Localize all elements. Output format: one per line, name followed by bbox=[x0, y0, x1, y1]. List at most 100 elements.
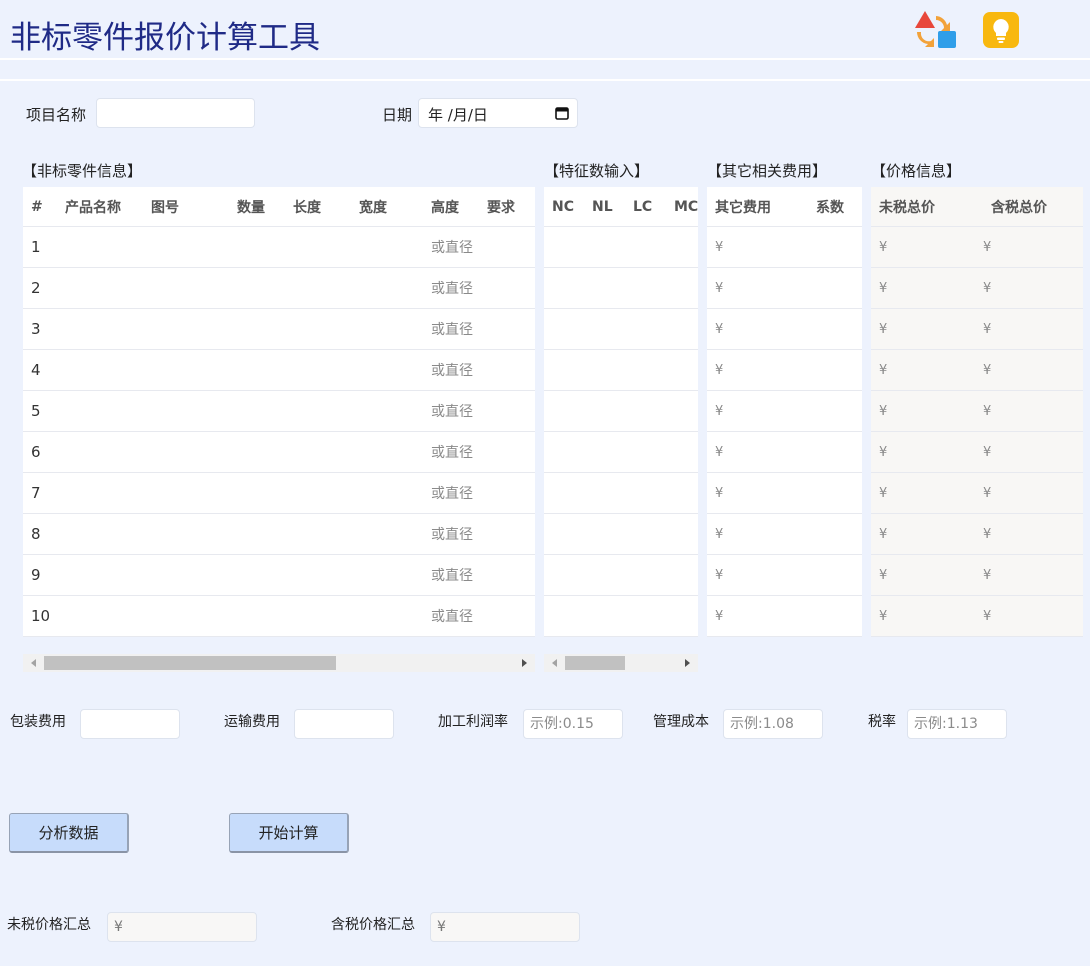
analyze-data-button[interactable]: 分析数据 bbox=[9, 813, 129, 853]
height-cell[interactable]: 或直径 bbox=[417, 308, 483, 350]
mc-cell[interactable] bbox=[666, 226, 698, 268]
requirement-cell[interactable] bbox=[483, 595, 535, 637]
nc-cell[interactable] bbox=[544, 595, 584, 637]
coefficient-cell[interactable] bbox=[808, 472, 862, 514]
coefficient-cell[interactable] bbox=[808, 390, 862, 432]
other-cost-cell[interactable]: ¥ bbox=[707, 308, 808, 350]
packing-cost-input[interactable] bbox=[80, 709, 180, 739]
tax-rate-input[interactable] bbox=[907, 709, 1007, 739]
other-cost-cell[interactable]: ¥ bbox=[707, 431, 808, 473]
height-cell[interactable]: 或直径 bbox=[417, 267, 483, 309]
drawing-no-cell[interactable] bbox=[143, 513, 229, 555]
quantity-cell[interactable] bbox=[229, 349, 285, 391]
height-cell[interactable]: 或直径 bbox=[417, 349, 483, 391]
nl-cell[interactable] bbox=[584, 267, 625, 309]
height-cell[interactable]: 或直径 bbox=[417, 513, 483, 555]
width-cell[interactable] bbox=[351, 226, 417, 268]
lc-cell[interactable] bbox=[625, 431, 666, 473]
scroll-right-arrow-icon[interactable] bbox=[685, 659, 690, 667]
features-table-scrollbar[interactable] bbox=[544, 654, 698, 672]
length-cell[interactable] bbox=[285, 513, 351, 555]
width-cell[interactable] bbox=[351, 513, 417, 555]
requirement-cell[interactable] bbox=[483, 349, 535, 391]
requirement-cell[interactable] bbox=[483, 308, 535, 350]
nc-cell[interactable] bbox=[544, 554, 584, 596]
lightbulb-icon[interactable] bbox=[983, 12, 1019, 48]
length-cell[interactable] bbox=[285, 554, 351, 596]
length-cell[interactable] bbox=[285, 267, 351, 309]
product-name-cell[interactable] bbox=[57, 390, 143, 432]
lc-cell[interactable] bbox=[625, 554, 666, 596]
drawing-no-cell[interactable] bbox=[143, 472, 229, 514]
product-name-cell[interactable] bbox=[57, 554, 143, 596]
nc-cell[interactable] bbox=[544, 431, 584, 473]
calendar-icon[interactable] bbox=[555, 106, 569, 120]
product-name-cell[interactable] bbox=[57, 513, 143, 555]
scroll-left-arrow-icon[interactable] bbox=[31, 659, 36, 667]
height-cell[interactable]: 或直径 bbox=[417, 554, 483, 596]
height-cell[interactable]: 或直径 bbox=[417, 226, 483, 268]
quantity-cell[interactable] bbox=[229, 308, 285, 350]
start-calculate-button[interactable]: 开始计算 bbox=[229, 813, 349, 853]
lc-cell[interactable] bbox=[625, 267, 666, 309]
width-cell[interactable] bbox=[351, 390, 417, 432]
mc-cell[interactable] bbox=[666, 431, 698, 473]
requirement-cell[interactable] bbox=[483, 472, 535, 514]
width-cell[interactable] bbox=[351, 349, 417, 391]
coefficient-cell[interactable] bbox=[808, 554, 862, 596]
length-cell[interactable] bbox=[285, 431, 351, 473]
requirement-cell[interactable] bbox=[483, 390, 535, 432]
scrollbar-thumb[interactable] bbox=[44, 656, 336, 670]
management-cost-input[interactable] bbox=[723, 709, 823, 739]
drawing-no-cell[interactable] bbox=[143, 390, 229, 432]
product-name-cell[interactable] bbox=[57, 349, 143, 391]
product-name-cell[interactable] bbox=[57, 472, 143, 514]
coefficient-cell[interactable] bbox=[808, 431, 862, 473]
scrollbar-thumb[interactable] bbox=[565, 656, 625, 670]
quantity-cell[interactable] bbox=[229, 267, 285, 309]
lc-cell[interactable] bbox=[625, 595, 666, 637]
nc-cell[interactable] bbox=[544, 308, 584, 350]
lc-cell[interactable] bbox=[625, 349, 666, 391]
product-name-cell[interactable] bbox=[57, 308, 143, 350]
nl-cell[interactable] bbox=[584, 513, 625, 555]
product-name-cell[interactable] bbox=[57, 226, 143, 268]
length-cell[interactable] bbox=[285, 226, 351, 268]
nl-cell[interactable] bbox=[584, 431, 625, 473]
width-cell[interactable] bbox=[351, 308, 417, 350]
lc-cell[interactable] bbox=[625, 390, 666, 432]
other-cost-cell[interactable]: ¥ bbox=[707, 226, 808, 268]
drawing-no-cell[interactable] bbox=[143, 308, 229, 350]
mc-cell[interactable] bbox=[666, 595, 698, 637]
drawing-no-cell[interactable] bbox=[143, 226, 229, 268]
width-cell[interactable] bbox=[351, 595, 417, 637]
drawing-no-cell[interactable] bbox=[143, 267, 229, 309]
lc-cell[interactable] bbox=[625, 308, 666, 350]
mc-cell[interactable] bbox=[666, 554, 698, 596]
parts-table-scrollbar[interactable] bbox=[23, 654, 535, 672]
other-cost-cell[interactable]: ¥ bbox=[707, 513, 808, 555]
coefficient-cell[interactable] bbox=[808, 513, 862, 555]
nl-cell[interactable] bbox=[584, 390, 625, 432]
nc-cell[interactable] bbox=[544, 390, 584, 432]
product-name-cell[interactable] bbox=[57, 267, 143, 309]
nc-cell[interactable] bbox=[544, 226, 584, 268]
length-cell[interactable] bbox=[285, 349, 351, 391]
height-cell[interactable]: 或直径 bbox=[417, 595, 483, 637]
nc-cell[interactable] bbox=[544, 472, 584, 514]
quantity-cell[interactable] bbox=[229, 226, 285, 268]
quantity-cell[interactable] bbox=[229, 595, 285, 637]
quantity-cell[interactable] bbox=[229, 513, 285, 555]
other-cost-cell[interactable]: ¥ bbox=[707, 349, 808, 391]
requirement-cell[interactable] bbox=[483, 226, 535, 268]
other-cost-cell[interactable]: ¥ bbox=[707, 390, 808, 432]
height-cell[interactable]: 或直径 bbox=[417, 431, 483, 473]
nl-cell[interactable] bbox=[584, 472, 625, 514]
shapes-icon[interactable] bbox=[914, 10, 960, 50]
drawing-no-cell[interactable] bbox=[143, 349, 229, 391]
mc-cell[interactable] bbox=[666, 349, 698, 391]
length-cell[interactable] bbox=[285, 472, 351, 514]
requirement-cell[interactable] bbox=[483, 513, 535, 555]
coefficient-cell[interactable] bbox=[808, 595, 862, 637]
project-name-input[interactable] bbox=[96, 98, 255, 128]
